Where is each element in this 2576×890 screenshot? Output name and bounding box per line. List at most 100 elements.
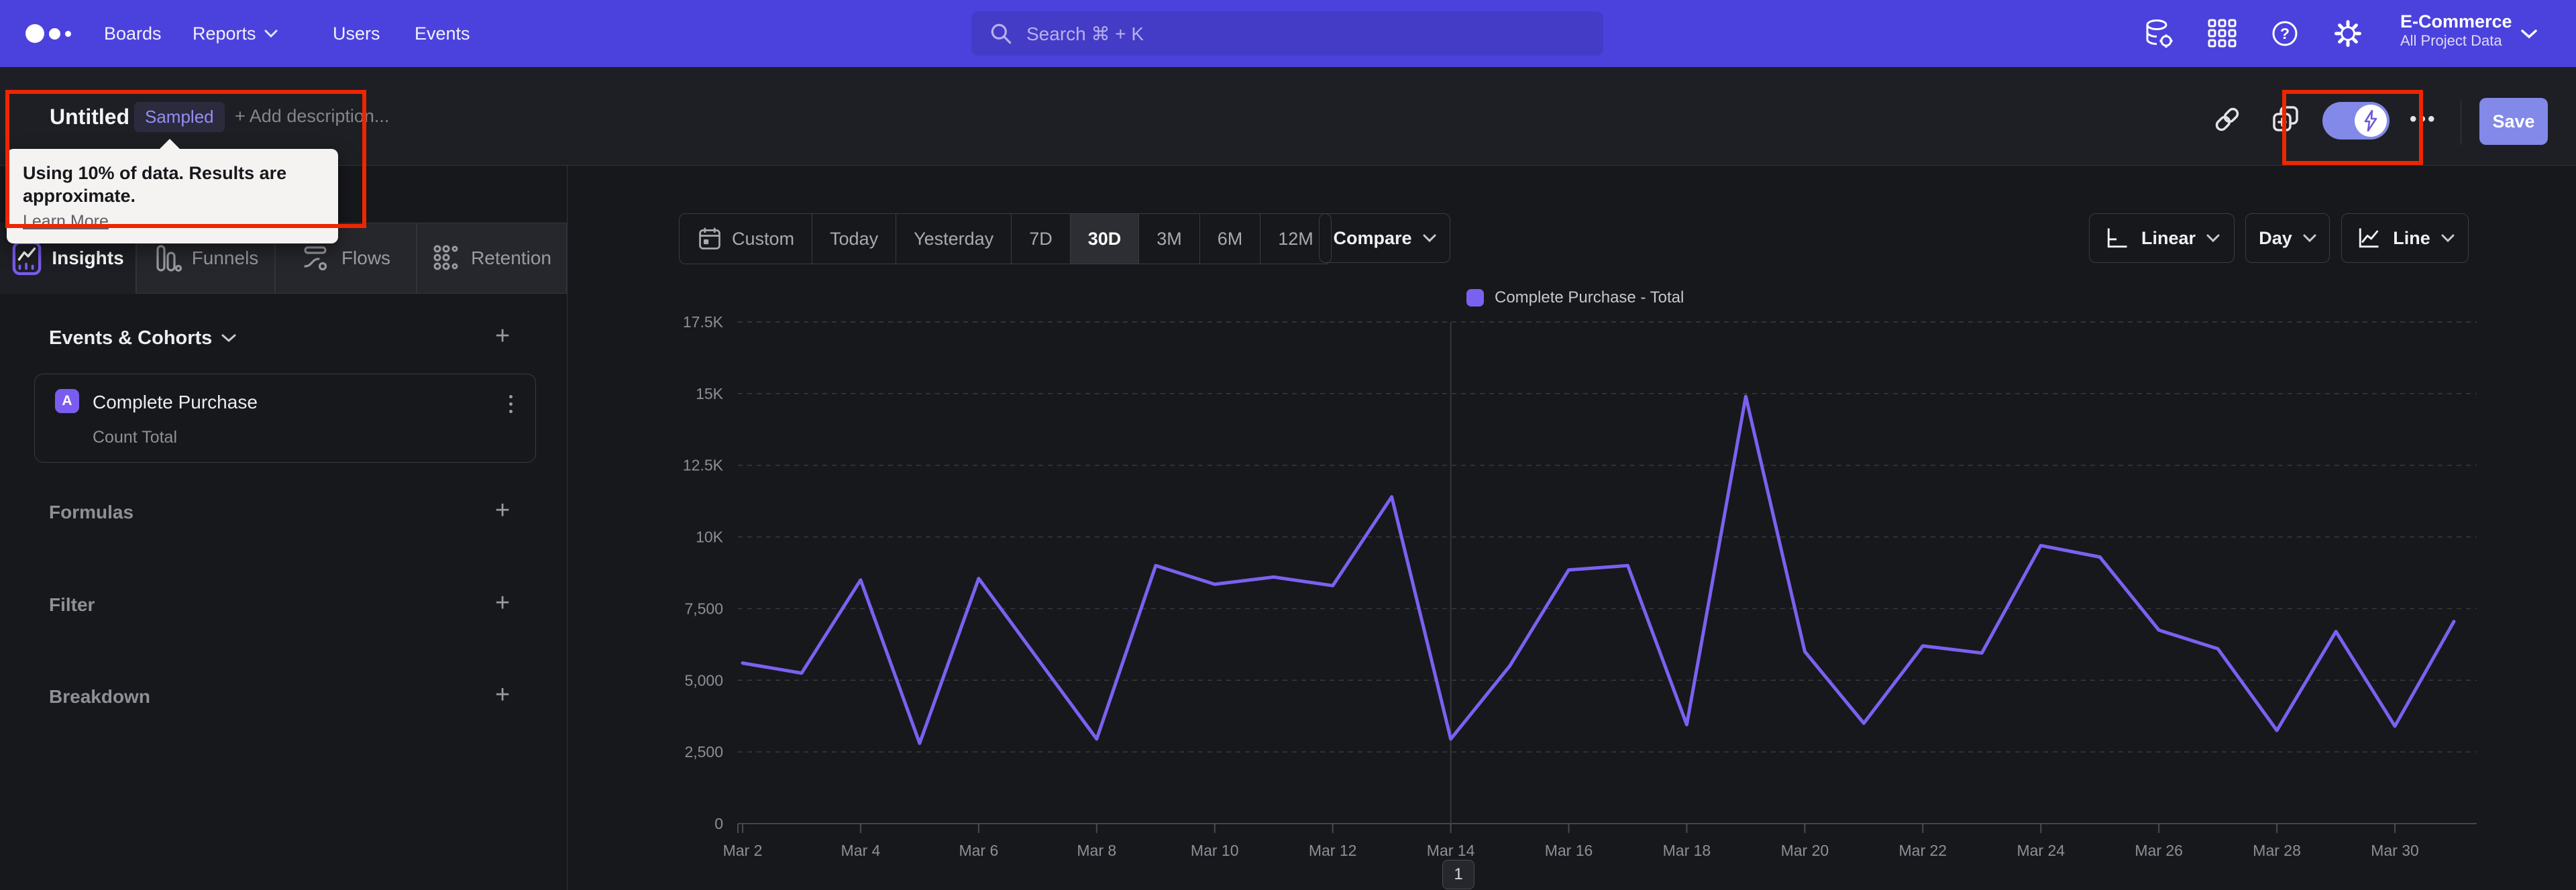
svg-text:Mar 28: Mar 28 [2253,842,2301,859]
help-icon[interactable]: ? [2269,17,2301,50]
svg-text:10K: 10K [696,529,724,546]
scale-selector[interactable]: Linear [2089,213,2235,263]
search-input[interactable]: Search ⌘ + K [971,11,1603,56]
formulas-section: Formulas + [0,498,537,529]
filter-section: Filter + [0,590,537,621]
project-name: E-Commerce [2400,11,2512,32]
events-cohorts-label: Events & Cohorts [49,327,213,349]
mixpanel-logo[interactable] [25,0,71,67]
svg-text:5,000: 5,000 [684,671,723,689]
interval-selector[interactable]: Day [2245,213,2330,263]
insights-icon [13,241,42,276]
report-title[interactable]: Untitled [50,105,129,129]
add-description[interactable]: + Add description... [235,106,389,127]
nav-item-reports[interactable]: Reports [193,0,278,67]
svg-text:17.5K: 17.5K [683,313,724,331]
logo-dot-large [25,24,44,43]
svg-text:Mar 4: Mar 4 [841,842,881,859]
learn-more-link[interactable]: Learn More [23,212,109,231]
tab-label: Insights [52,247,124,268]
legend-swatch [1466,289,1484,307]
interval-label: Day [2259,227,2292,248]
settings-gear-icon[interactable] [2332,17,2364,50]
range-label: 12M [1278,228,1313,249]
chart-type-selector[interactable]: Line [2341,213,2469,263]
range-today[interactable]: Today [812,214,896,264]
add-formula-button[interactable]: + [495,498,510,523]
svg-text:?: ? [2280,25,2290,42]
compare-button[interactable]: Compare [1319,213,1450,263]
tab-retention[interactable]: Retention [417,223,567,294]
pagination-page-1[interactable]: 1 [1442,860,1474,889]
chevron-down-icon [2303,234,2316,242]
scale-label: Linear [2141,227,2196,248]
sampling-tooltip: Using 10% of data. Results are approxima… [7,139,338,243]
svg-text:Mar 22: Mar 22 [1899,842,1947,859]
range-custom[interactable]: Custom [680,214,812,264]
logo-dot-small [65,30,71,37]
svg-text:Mar 10: Mar 10 [1191,842,1239,859]
tab-label: Funnels [191,247,259,268]
range-7d[interactable]: 7D [1011,214,1070,264]
svg-text:12.5K: 12.5K [683,457,724,474]
page-number: 1 [1454,865,1463,883]
nav-item-users[interactable]: Users [333,0,380,67]
nav-item-boards[interactable]: Boards [104,0,162,67]
chevron-down-icon [264,30,278,38]
range-label: Today [830,228,879,249]
add-filter-button[interactable]: + [495,590,510,616]
search-icon [991,23,1012,44]
breakdown-section: Breakdown + [0,682,537,713]
project-chevron-down-icon[interactable] [2521,30,2537,39]
apps-grid-icon[interactable] [2206,17,2239,50]
svg-text:Mar 8: Mar 8 [1077,842,1116,859]
funnels-icon [156,245,182,272]
sampling-toggle[interactable] [2322,102,2390,140]
range-30d[interactable]: 30D [1069,214,1139,264]
range-label: 7D [1029,228,1053,249]
event-metric[interactable]: Count Total [93,428,177,447]
add-event-button[interactable]: + [495,323,510,349]
save-button[interactable]: Save [2479,98,2548,145]
more-options-button[interactable]: ••• [2410,103,2450,135]
data-management-icon[interactable] [2143,17,2175,50]
svg-text:2,500: 2,500 [684,743,723,761]
svg-text:Mar 30: Mar 30 [2371,842,2419,859]
nav-item-events[interactable]: Events [415,0,470,67]
chevron-down-icon [2206,234,2220,242]
chart-type-label: Line [2393,227,2430,248]
sidebar-divider [567,165,568,890]
flows-icon [304,246,327,271]
sampling-toggle-knob [2355,105,2387,137]
date-range-picker: Custom Today Yesterday 7D 30D 3M 6M 12M [679,213,1332,264]
chevron-down-icon [1423,234,1436,242]
event-options-kebab-icon[interactable] [500,390,521,417]
share-link-icon[interactable] [2211,103,2243,135]
event-name[interactable]: Complete Purchase [93,392,258,413]
range-yesterday[interactable]: Yesterday [896,214,1011,264]
project-switcher[interactable]: E-Commerce All Project Data [2400,11,2512,50]
filter-label: Filter [49,594,95,615]
chart-legend[interactable]: Complete Purchase - Total [1466,288,1684,307]
formulas-label: Formulas [49,502,134,522]
range-3m[interactable]: 3M [1138,214,1199,264]
svg-text:Mar 6: Mar 6 [959,842,998,859]
events-cohorts-header[interactable]: Events & Cohorts [49,327,236,349]
svg-text:Mar 26: Mar 26 [2135,842,2183,859]
search-placeholder: Search ⌘ + K [1026,23,1144,44]
project-scope: All Project Data [2400,32,2502,50]
range-label: Custom [732,228,795,249]
event-card[interactable]: A Complete Purchase Count Total [34,374,536,463]
svg-text:0: 0 [714,815,723,832]
tab-label: Flows [341,247,391,268]
range-label: Yesterday [914,228,994,249]
svg-text:Mar 2: Mar 2 [723,842,763,859]
range-label: 30D [1087,228,1122,249]
compare-label: Compare [1333,227,1412,248]
sampled-badge[interactable]: Sampled [134,102,225,132]
logo-dot-medium [49,27,60,40]
range-6m[interactable]: 6M [1199,214,1260,264]
add-breakdown-button[interactable]: + [495,682,510,708]
nav-item-label: Reports [193,23,256,44]
copy-to-board-icon[interactable] [2270,103,2302,135]
